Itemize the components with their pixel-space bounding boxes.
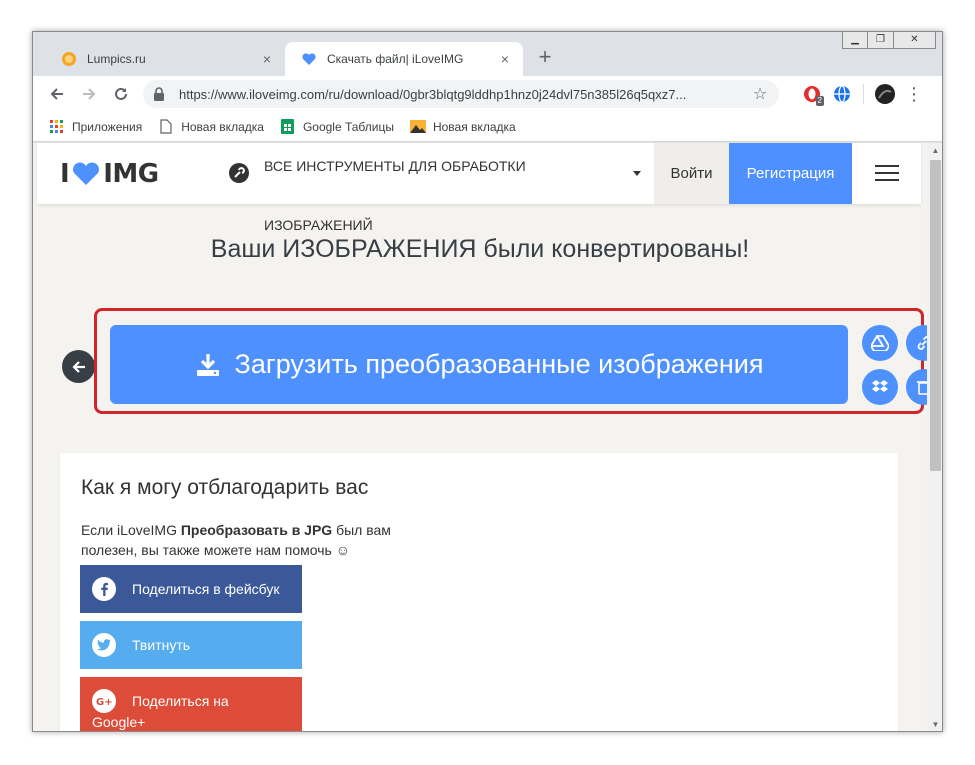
dropbox-icon[interactable] [862,369,898,405]
extension-badge: 2 [815,96,824,106]
bookmark-label: Новая вкладка [432,119,516,134]
bookmark-label: Новая вкладка [181,119,264,134]
toolbar-separator [863,84,864,104]
share-facebook-label: Поделиться в фейсбук [132,581,280,597]
bookmark-label: Google Таблицы [302,119,394,134]
minimize-icon[interactable]: ▁ [842,32,868,49]
tab-close-icon[interactable]: × [259,51,275,67]
logo-left-text: I [60,159,70,189]
caret-down-icon[interactable] [633,171,641,176]
window-controls: ▁ ❐ ✕ [842,32,936,49]
download-icon [195,352,221,378]
site-header: I IMG ВСЕ ИНСТРУМЕНТЫ ДЛЯ ОБРАБОТКИ ИЗОБ… [37,143,921,233]
bookmark-google-sheets[interactable]: Google Таблицы [280,119,394,135]
url-text: https://www.iloveimg.com/ru/download/0gb… [179,86,687,102]
tab-close-icon[interactable]: × [497,51,513,67]
hamburger-menu-icon[interactable] [875,165,899,181]
vpn-extension-icon[interactable] [827,80,857,108]
bookmark-new-tab-2[interactable]: Новая вкладка [409,119,516,135]
reload-icon[interactable] [105,80,137,108]
heart-logo-icon [71,162,101,186]
desc-text-1: Если iLoveIMG [81,522,181,538]
apps-grid-icon [49,119,65,135]
lock-icon [153,87,171,101]
scroll-down-icon[interactable]: ▼ [927,717,942,731]
download-button[interactable]: Загрузить преобразованные изображения [110,325,848,404]
page-viewport: I IMG ВСЕ ИНСТРУМЕНТЫ ДЛЯ ОБРАБОТКИ ИЗОБ… [33,143,942,731]
opera-extension-icon[interactable]: 2 [797,80,827,108]
tab-strip: Lumpics.ru × Скачать файл| iLoveIMG × + … [33,32,942,76]
share-twitter-button[interactable]: Твитнуть [80,621,302,669]
download-button-label: Загрузить преобразованные изображения [234,349,764,379]
back-arrow-icon[interactable] [62,350,95,383]
address-bar[interactable]: https://www.iloveimg.com/ru/download/0gb… [143,80,779,108]
iloveimg-favicon-icon [301,51,317,67]
iloveimg-logo[interactable]: I IMG [60,159,159,189]
page-title: Ваши ИЗОБРАЖЕНИЯ были конвертированы! [210,235,750,263]
lumpics-favicon-icon [61,51,77,67]
bookmark-new-tab-1[interactable]: Новая вкладка [158,119,264,135]
twitter-icon [92,633,116,657]
image-icon [409,119,426,135]
bookmarks-bar: Приложения Новая вкладка Google Таблицы … [33,112,942,142]
tab-title: Скачать файл| iLoveIMG [327,52,464,66]
login-button[interactable]: Войти [654,143,729,204]
register-button[interactable]: Регистрация [729,143,852,204]
close-window-icon[interactable]: ✕ [894,32,936,49]
share-google-label-line2: Google+ [92,714,146,730]
restore-icon[interactable]: ❐ [868,32,894,49]
browser-window: Lumpics.ru × Скачать файл| iLoveIMG × + … [32,31,943,732]
new-tab-button[interactable]: + [533,46,557,70]
svg-text:G+: G+ [96,697,112,707]
logo-right-text: IMG [103,159,159,189]
share-google-button[interactable]: G+ Поделиться на Google+ [80,677,302,731]
desc-tool-name: Преобразовать в JPG [180,522,333,538]
tab-lumpics[interactable]: Lumpics.ru × [45,42,285,76]
page-icon [158,119,174,135]
wrench-icon [229,163,249,183]
browser-menu-icon[interactable]: ⋮ [900,85,928,103]
profile-avatar-icon[interactable] [870,80,900,108]
share-twitter-label: Твитнуть [132,637,191,653]
scrollbar-thumb[interactable] [930,160,941,471]
back-icon[interactable] [41,80,73,108]
bookmark-label: Приложения [72,119,143,134]
card-description: Если iLoveIMG Преобразовать в JPG был ва… [81,520,421,560]
tab-title: Lumpics.ru [87,52,146,66]
sheets-icon [280,119,296,135]
facebook-icon [92,577,116,601]
forward-icon[interactable] [73,80,105,108]
bookmark-star-icon[interactable]: ☆ [751,84,769,104]
tab-iloveimg[interactable]: Скачать файл| iLoveIMG × [285,42,523,76]
share-google-label-line1: Поделиться на [132,693,229,709]
share-facebook-button[interactable]: Поделиться в фейсбук [80,565,302,613]
browser-toolbar: https://www.iloveimg.com/ru/download/0gb… [33,76,942,112]
bookmark-apps[interactable]: Приложения [49,119,142,135]
thank-you-card: Как я могу отблагодарить вас Если iLoveI… [60,453,898,731]
google-plus-icon: G+ [92,689,116,713]
vertical-scrollbar[interactable]: ▲ ▼ [927,143,942,731]
scroll-up-icon[interactable]: ▲ [927,143,942,159]
google-drive-icon[interactable] [862,325,898,361]
card-title: Как я могу отблагодарить вас [81,476,369,499]
